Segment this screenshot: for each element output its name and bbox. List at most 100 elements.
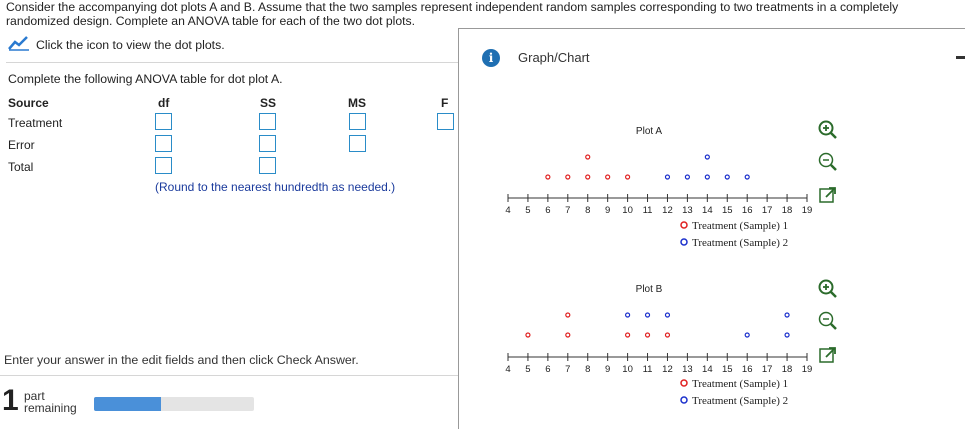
plot-a-tick-label: 12 [662,205,673,216]
plot-a-legend-label: Treatment (Sample) 1 [692,220,788,232]
plot-a-dot [625,174,631,180]
treatment-ss-input[interactable] [259,113,276,130]
plot-b-dot [625,332,631,338]
expand-icon-plot-a[interactable] [819,186,839,206]
header-f: F [441,96,449,110]
plot-a-tick-label: 15 [722,205,733,216]
chart-icon[interactable] [8,35,30,54]
zoom-in-icon-plot-a[interactable] [818,120,838,140]
plot-b-dot [664,312,671,318]
plot-a-tick-label: 10 [622,205,633,216]
plot-a-dot [565,174,571,180]
plot-a-dot [744,174,750,180]
total-df-input[interactable] [155,157,172,174]
remaining-label: remaining [24,401,77,415]
plot-b-dot [525,332,531,338]
plot-a-tick-label: 9 [605,205,610,216]
zoom-out-icon-plot-a[interactable] [818,152,838,172]
zoom-in-icon-plot-b[interactable] [818,279,838,299]
plot-b-dot [664,332,671,338]
plot-a-legend-marker [680,238,688,246]
plot-a-tick-label: 5 [525,205,530,216]
plot-a-dot [605,174,611,180]
plot-a-dot [704,154,710,160]
plot-b-tick-label: 12 [662,364,673,375]
plot-a-dot [704,174,710,180]
plot-b-dot [744,332,750,338]
error-ss-input[interactable] [259,135,276,152]
plot-a-dot [684,174,690,180]
plot-b-tick-label: 19 [802,364,813,375]
header-df: df [158,96,170,110]
plot-a-tick-label: 11 [643,205,653,216]
plot-b-legend-marker [680,396,688,404]
panel-title: Graph/Chart [518,50,590,65]
footer-divider [0,375,458,376]
plot-b-tick-label: 4 [505,364,510,375]
plot-b-tick-label: 9 [605,364,610,375]
plot-a-tick-label: 4 [505,205,510,216]
info-icon: i [482,49,500,67]
plot-a-dot [585,154,591,160]
plot-b-tick-label: 17 [762,364,773,375]
dot-plots: Plot A 4 5 6 7 8 9 10 11 12 13 14 15 16 17 18 19 Treatmen… [505,126,813,407]
expand-icon-plot-b[interactable] [819,346,839,366]
rounding-note: (Round to the nearest hundredth as neede… [155,180,396,194]
plot-a-dot [724,174,730,180]
plot-a-tick-label: 14 [702,205,713,216]
error-df-input[interactable] [155,135,172,152]
plot-b-dot [644,332,651,338]
zoom-out-icon-plot-b[interactable] [818,311,838,331]
minimize-icon[interactable] [956,56,965,59]
instructions-line-1: Consider the accompanying dot plots A an… [6,0,899,14]
plot-a-tick-label: 17 [762,205,773,216]
plot-a-tick-label: 16 [742,205,753,216]
plot-b-dot [625,312,631,318]
plot-b-tick-label: 14 [702,364,713,375]
plot-b-tick-label: 18 [782,364,793,375]
row-error-label: Error [8,138,35,152]
plot-b-tick-label: 7 [565,364,570,375]
plot-a-title: Plot A [636,126,662,137]
treatment-f-input[interactable] [437,113,454,130]
treatment-df-input[interactable] [155,113,172,130]
plot-b-dot [565,332,571,338]
plot-b-tick-label: 6 [545,364,550,375]
plot-b-tick-label: 10 [622,364,633,375]
plot-b-legend-label: Treatment (Sample) 2 [692,395,788,407]
error-ms-input[interactable] [349,135,366,152]
header-ms: MS [348,96,366,110]
plot-b-tick-label: 16 [742,364,753,375]
view-dot-plots-label[interactable]: Click the icon to view the dot plots. [36,38,225,52]
plot-b-dot [644,312,651,318]
plot-a-legend-marker [680,221,688,229]
plot-b-tick-label: 5 [525,364,530,375]
header-source: Source [8,96,49,110]
instructions: Consider the accompanying dot plots A an… [6,0,965,28]
plot-a-tick-label: 19 [802,205,813,216]
anova-prompt: Complete the following ANOVA table for d… [8,72,283,86]
plot-a-dot [664,174,671,180]
plot-b-dot [784,332,790,338]
header-ss: SS [260,96,277,110]
plot-b-tick-label: 11 [643,364,653,375]
instructions-line-2: randomized design. Complete an ANOVA tab… [6,14,415,28]
view-dot-plots-link[interactable]: Click the icon to view the dot plots. [8,35,225,54]
total-ss-input[interactable] [259,157,276,174]
plot-a-tick-label: 8 [585,205,590,216]
plot-b-legend-label: Treatment (Sample) 1 [692,378,788,390]
progress-bar-fill [94,397,162,411]
parts-remaining-label: part remaining [24,390,77,414]
progress-bar [94,397,254,411]
row-treatment-label: Treatment [8,116,63,130]
parts-remaining-count: 1 [2,384,19,417]
plot-a-dot [545,174,551,180]
plot-a-tick-label: 13 [682,205,693,216]
plot-b-title: Plot B [636,284,663,295]
treatment-ms-input[interactable] [349,113,366,130]
row-total-label: Total [8,160,34,174]
plot-b-dot [565,312,571,318]
plot-b-tick-label: 13 [682,364,693,375]
plot-b-tick-label: 15 [722,364,733,375]
plot-b-legend-marker [680,379,688,387]
